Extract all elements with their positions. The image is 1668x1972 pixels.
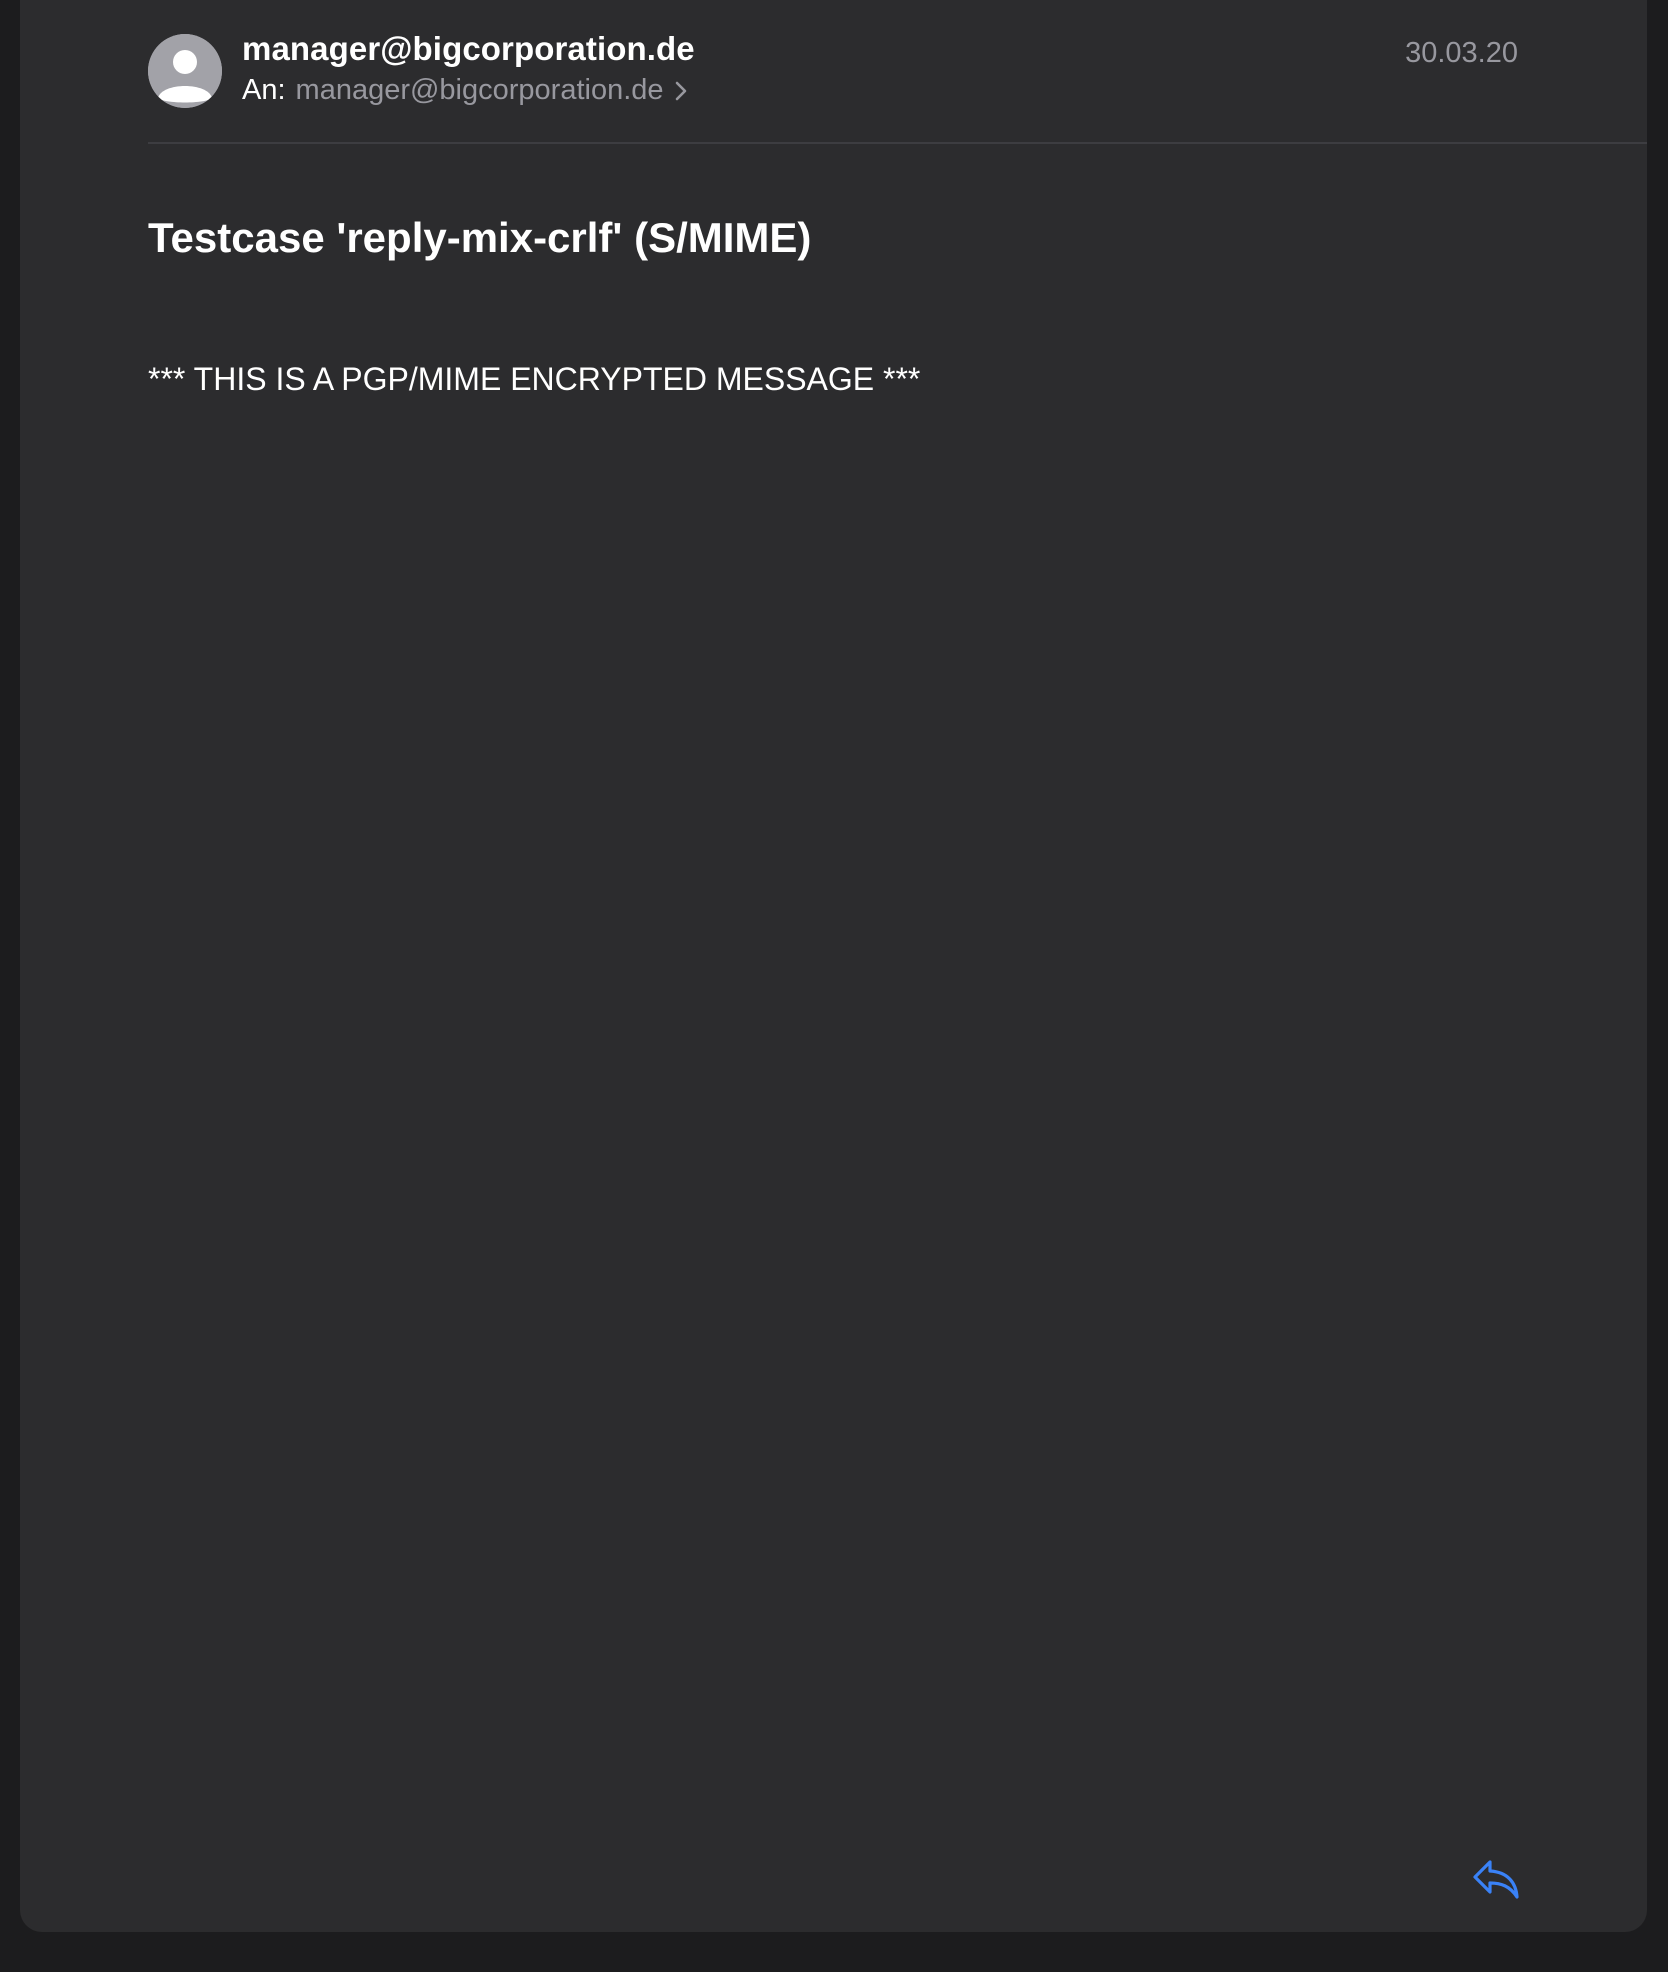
recipient-row[interactable]: An: manager@bigcorporation.de [242, 74, 688, 107]
sender-address[interactable]: manager@bigcorporation.de [242, 30, 695, 68]
message-body: *** THIS IS A PGP/MIME ENCRYPTED MESSAGE… [148, 361, 921, 397]
header-divider [148, 142, 1647, 144]
chevron-right-icon[interactable] [674, 80, 688, 102]
recipient-prefix-label: An: [242, 74, 286, 106]
person-avatar-icon [148, 34, 222, 108]
message-subject: Testcase 'reply-mix-crlf' (S/MIME) [148, 214, 812, 261]
reply-button[interactable] [1468, 1854, 1524, 1906]
message-date: 30.03.20 [1405, 37, 1518, 69]
message-view: manager@bigcorporation.de An: manager@bi… [20, 0, 1647, 1932]
sender-avatar[interactable] [148, 34, 222, 108]
recipient-address[interactable]: manager@bigcorporation.de [296, 74, 664, 107]
reply-arrow-icon [1473, 1860, 1519, 1899]
message-header: manager@bigcorporation.de An: manager@bi… [20, 0, 1647, 143]
